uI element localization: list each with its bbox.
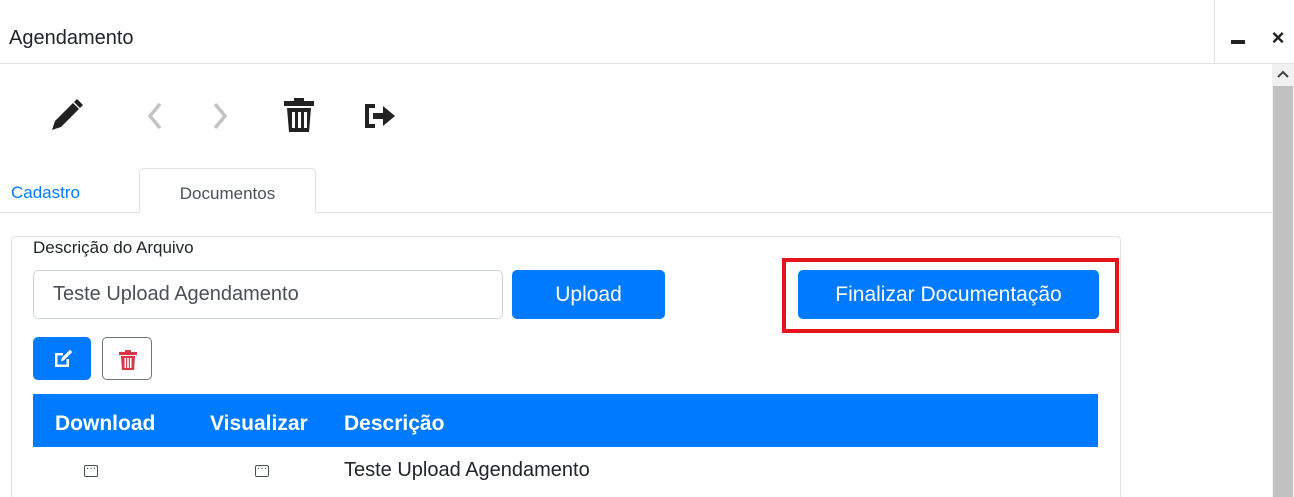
window-title: Agendamento xyxy=(9,27,134,49)
sign-out-icon[interactable] xyxy=(361,96,397,136)
chevron-left-icon[interactable] xyxy=(138,96,174,136)
download-icon[interactable] xyxy=(84,458,98,477)
close-button[interactable]: × xyxy=(1266,24,1290,52)
window-titlebar: Agendamento × xyxy=(0,0,1294,64)
delete-button[interactable] xyxy=(102,337,152,380)
chevron-right-icon[interactable] xyxy=(203,96,239,136)
description-input[interactable] xyxy=(33,270,503,319)
column-header-descricao[interactable]: Descrição xyxy=(344,394,444,454)
grid-header: Download Visualizar Descrição xyxy=(33,394,1098,447)
view-icon[interactable] xyxy=(255,458,269,477)
finalize-documentation-button[interactable]: Finalizar Documentação xyxy=(798,270,1099,319)
trash-icon[interactable] xyxy=(281,96,317,136)
tab-cadastro[interactable]: Cadastro xyxy=(0,168,138,213)
upload-button[interactable]: Upload xyxy=(512,270,665,319)
edit-icon xyxy=(55,349,73,367)
minimize-button[interactable] xyxy=(1229,26,1247,54)
tab-documentos[interactable]: Documentos xyxy=(139,168,316,213)
description-label: Descrição do Arquivo xyxy=(33,238,194,257)
column-header-download[interactable]: Download xyxy=(55,394,155,454)
titlebar-divider xyxy=(1214,0,1215,64)
column-header-visualizar[interactable]: Visualizar xyxy=(210,394,308,454)
scrollbar-thumb[interactable] xyxy=(1273,86,1293,497)
pencil-icon[interactable] xyxy=(46,96,83,136)
documents-grid: Download Visualizar Descrição Teste Uplo… xyxy=(33,394,1098,497)
trash-icon xyxy=(119,350,137,370)
edit-button[interactable] xyxy=(33,337,91,380)
row-description: Teste Upload Agendamento xyxy=(344,459,590,481)
scroll-up-arrow-icon[interactable] xyxy=(1274,64,1292,84)
